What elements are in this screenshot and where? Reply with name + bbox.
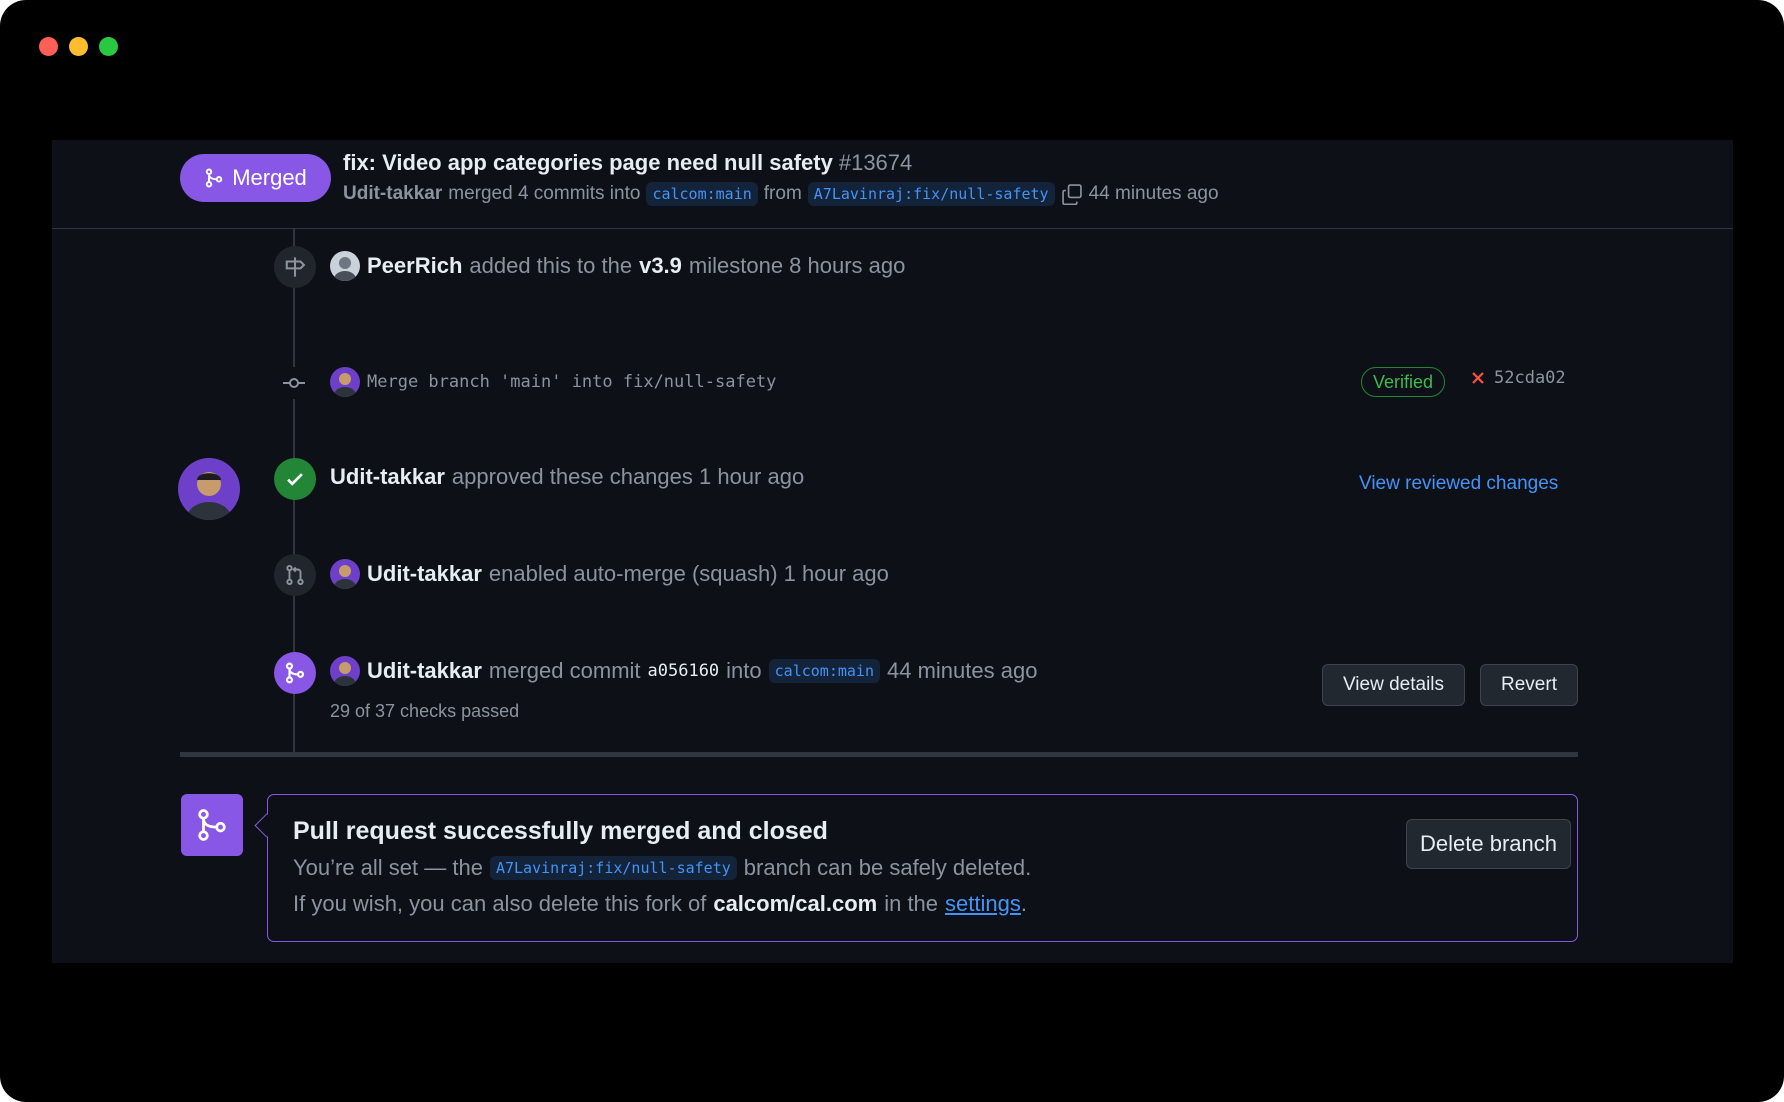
window-controls: [39, 37, 118, 56]
milestone-icon: [285, 257, 306, 277]
settings-link[interactable]: settings: [945, 891, 1021, 917]
merge-event: Udit-takkar merged commit a056160 into c…: [330, 656, 1037, 686]
reviewer-name[interactable]: Udit-takkar: [330, 464, 445, 490]
fork-repo-name[interactable]: calcom/cal.com: [713, 891, 877, 917]
reviewer-avatar[interactable]: [178, 458, 240, 520]
merge-text-into: into: [726, 658, 762, 683]
merged-status-label: Merged: [232, 165, 307, 190]
pull-request-panel: Merged fix: Video app categories page ne…: [52, 140, 1733, 963]
close-window-button[interactable]: [39, 37, 58, 56]
commit-message[interactable]: Merge branch 'main' into fix/null-safety: [367, 372, 776, 392]
merge-commit-sha[interactable]: a056160: [648, 661, 720, 681]
checks-status[interactable]: 29 of 37 checks passed: [330, 701, 519, 722]
merge-icon: [205, 168, 223, 188]
milestone-name[interactable]: v3.9: [639, 253, 682, 279]
view-reviewed-changes-link[interactable]: View reviewed changes: [1359, 473, 1558, 495]
automerge-event: Udit-takkar enabled auto-merge (squash) …: [330, 559, 889, 589]
automerge-user[interactable]: Udit-takkar: [367, 561, 482, 587]
pr-header: Merged fix: Video app categories page ne…: [52, 140, 1733, 229]
view-details-button[interactable]: View details: [1322, 664, 1465, 706]
merge-base-branch[interactable]: calcom:main: [768, 659, 880, 683]
milestone-text-before: added this to the: [469, 253, 633, 278]
merge-time: 44 minutes ago: [887, 658, 1038, 683]
merge-icon: [285, 662, 305, 684]
delete-branch-button[interactable]: Delete branch: [1406, 819, 1571, 869]
check-icon: [287, 473, 303, 486]
merge-box-line2-after: .: [1020, 891, 1027, 916]
avatar-peerrich[interactable]: [330, 251, 360, 281]
review-text: approved these changes 1 hour ago: [451, 464, 805, 489]
merge-box-icon: [181, 794, 243, 856]
merge-box-line-1: You’re all set — the A7Lavinraj:fix/null…: [293, 855, 1031, 881]
milestone-event-icon: [274, 246, 316, 288]
merge-status-box: Pull request successfully merged and clo…: [254, 794, 1578, 942]
commit-icon: [283, 378, 305, 388]
automerge-text: enabled auto-merge (squash) 1 hour ago: [488, 561, 889, 586]
merge-box-branch[interactable]: A7Lavinraj:fix/null-safety: [489, 856, 737, 880]
merge-user[interactable]: Udit-takkar: [367, 658, 482, 684]
review-event: Udit-takkar approved these changes 1 hou…: [330, 464, 804, 490]
merge-icon: [198, 809, 226, 841]
auto-merge-icon: [286, 564, 304, 586]
pr-merged-text: merged 4 commits into: [448, 183, 641, 204]
merge-box-line-2: If you wish, you can also delete this fo…: [293, 891, 1027, 917]
merged-status-badge: Merged: [180, 154, 331, 202]
maximize-window-button[interactable]: [99, 37, 118, 56]
base-branch-label[interactable]: calcom:main: [646, 182, 758, 206]
copy-icon[interactable]: [1061, 183, 1083, 205]
app-window: Merged fix: Video app categories page ne…: [0, 0, 1784, 1102]
commit-sha-group: 52cda02: [1470, 368, 1566, 388]
merge-event-icon: [274, 652, 316, 694]
commit-sha[interactable]: 52cda02: [1494, 368, 1566, 388]
timeline-divider: [180, 752, 1578, 757]
pr-merged-time: 44 minutes ago: [1088, 183, 1219, 204]
pr-number: #13674: [838, 150, 913, 175]
revert-button[interactable]: Revert: [1480, 664, 1578, 706]
x-icon[interactable]: [1470, 370, 1486, 386]
verified-badge[interactable]: Verified: [1361, 367, 1446, 397]
commit-event-icon: [278, 367, 310, 399]
head-branch-label[interactable]: A7Lavinraj:fix/null-safety: [807, 182, 1055, 206]
minimize-window-button[interactable]: [69, 37, 88, 56]
merge-box-line1-after: branch can be safely deleted.: [743, 855, 1032, 880]
merge-box-line2-middle: in the: [884, 891, 939, 916]
merge-box-caret: [254, 813, 279, 838]
merge-box-title: Pull request successfully merged and clo…: [293, 817, 828, 845]
avatar-udit-takkar[interactable]: [330, 367, 360, 397]
merge-box-line2-before: If you wish, you can also delete this fo…: [293, 891, 707, 916]
pr-author-link[interactable]: Udit-takkar: [343, 183, 442, 205]
pr-meta: Udit-takkar merged 4 commits into calcom…: [343, 182, 1219, 206]
pr-title-text: fix: Video app categories page need null…: [343, 150, 833, 175]
milestone-text-after: milestone 8 hours ago: [688, 253, 906, 278]
commit-event: Merge branch 'main' into fix/null-safety: [330, 367, 776, 397]
automerge-event-icon: [274, 554, 316, 596]
merge-text-before: merged commit: [488, 658, 641, 683]
pr-title: fix: Video app categories page need null…: [343, 150, 912, 176]
milestone-user[interactable]: PeerRich: [367, 253, 462, 279]
avatar-udit-takkar[interactable]: [330, 559, 360, 589]
avatar-udit-takkar[interactable]: [330, 656, 360, 686]
pr-from-text: from: [763, 183, 802, 204]
milestone-event: PeerRich added this to the v3.9 mileston…: [330, 251, 905, 281]
merge-box-line1-before: You’re all set — the: [293, 855, 483, 880]
approved-event-icon: [274, 458, 316, 500]
